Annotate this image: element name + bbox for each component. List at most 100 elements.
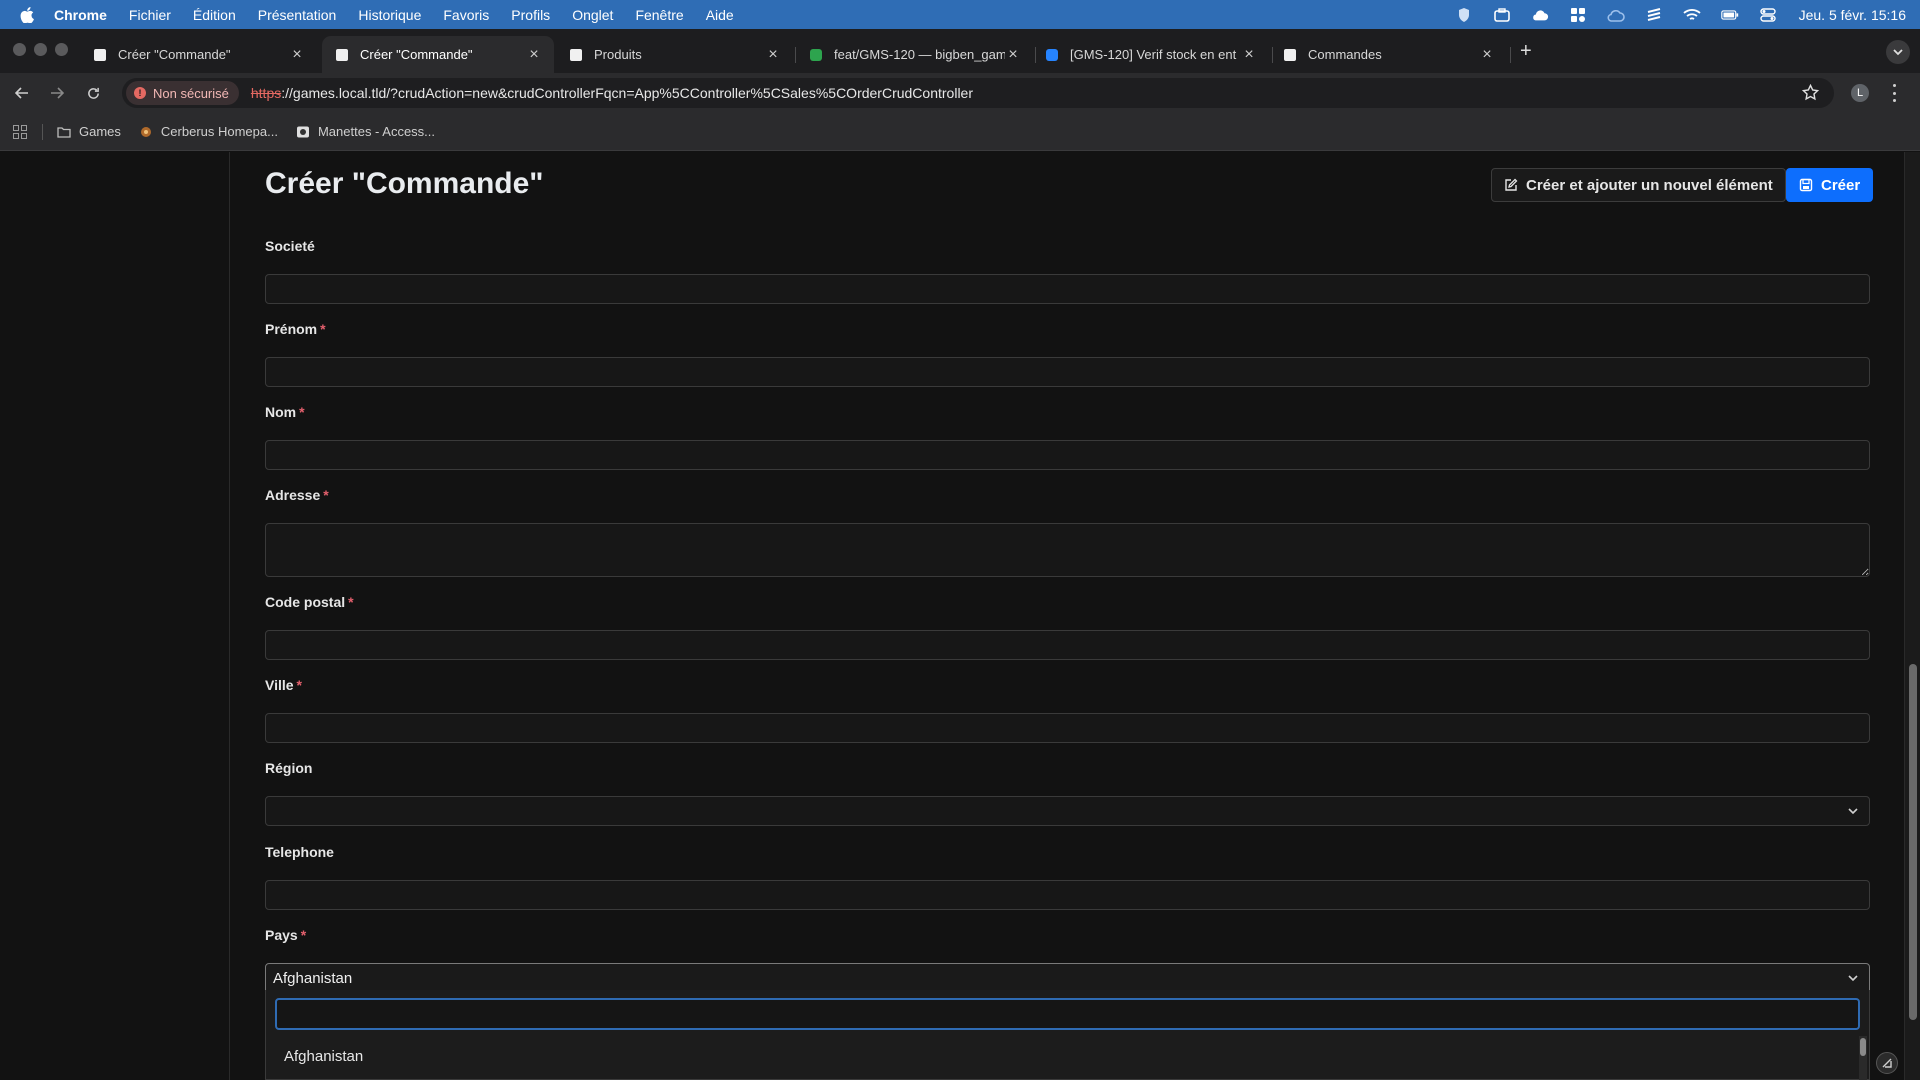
tab-separator <box>1510 47 1511 63</box>
cloud-icon[interactable] <box>1531 7 1549 23</box>
tab-search-chevron-icon[interactable] <box>1886 40 1910 64</box>
page-scrollbar[interactable] <box>1904 152 1920 1080</box>
bookmark-cerberus[interactable]: Cerberus Homepa... <box>139 124 278 139</box>
societe-input[interactable] <box>265 274 1870 304</box>
pays-select[interactable]: Afghanistan <box>265 963 1870 993</box>
tab-github-gms-120[interactable]: feat/GMS-120 — bigben_gam × <box>796 36 1033 73</box>
region-label: Région <box>265 760 1870 778</box>
dropdown-scrollbar-thumb[interactable] <box>1860 1038 1866 1056</box>
telephone-label: Telephone <box>265 844 1870 862</box>
adresse-label: Adresse * <box>265 487 1870 505</box>
create-button[interactable]: Créer <box>1786 168 1874 202</box>
required-asterisk: * <box>299 404 305 420</box>
menu-fichier[interactable]: Fichier <box>129 7 171 23</box>
bookmarks-separator <box>42 123 43 140</box>
bookmark-manettes[interactable]: Manettes - Access... <box>296 124 435 139</box>
region-select[interactable] <box>265 796 1870 826</box>
tab-jira-gms-120[interactable]: [GMS-120] Verif stock en ent × <box>1032 36 1269 73</box>
pays-option-afghanistan[interactable]: Afghanistan <box>284 1048 363 1065</box>
shield-icon[interactable] <box>1455 7 1473 23</box>
adresse-textarea[interactable] <box>265 523 1870 577</box>
region-label-text: Région <box>265 760 313 776</box>
menu-profils[interactable]: Profils <box>511 7 550 23</box>
field-code-postal: Code postal * <box>265 594 1870 660</box>
browser-menu-icon[interactable] <box>1893 84 1897 102</box>
menubar-clock[interactable]: Jeu. 5 févr. 15:16 <box>1799 7 1906 23</box>
field-telephone: Telephone <box>265 844 1870 910</box>
menu-historique[interactable]: Historique <box>358 7 421 23</box>
tab-creer-commande-1[interactable]: Créer "Commande" × <box>80 36 317 73</box>
code-postal-label: Code postal * <box>265 594 1870 612</box>
societe-label-text: Societé <box>265 238 315 254</box>
field-nom: Nom * <box>265 404 1870 470</box>
page-favicon-icon <box>336 48 348 61</box>
page-scrollbar-thumb[interactable] <box>1909 664 1917 1020</box>
pays-selected-value: Afghanistan <box>273 969 353 987</box>
apps-icon[interactable] <box>1569 7 1587 23</box>
tab-close-icon[interactable]: × <box>1241 46 1257 64</box>
pays-search-input[interactable] <box>275 998 1860 1030</box>
bookmarks-bar: Games Cerberus Homepa... Manettes - Acce… <box>0 113 1920 151</box>
tab-commandes[interactable]: Commandes × <box>1270 36 1507 73</box>
extension-badge-icon[interactable] <box>1876 1052 1898 1074</box>
apps-grid-icon[interactable] <box>13 124 27 139</box>
tab-close-icon[interactable]: × <box>289 46 305 64</box>
menu-aide[interactable]: Aide <box>706 7 734 23</box>
briefcase-icon[interactable] <box>1493 7 1511 23</box>
browser-tab-strip: Créer "Commande" × Créer "Commande" × Pr… <box>0 29 1920 73</box>
field-pays: Pays * Afghanistan <box>265 927 1870 993</box>
telephone-label-text: Telephone <box>265 844 334 860</box>
apple-icon[interactable] <box>20 6 34 23</box>
code-postal-label-text: Code postal <box>265 594 346 610</box>
tab-close-icon[interactable]: × <box>526 46 542 64</box>
reload-icon[interactable] <box>85 85 101 101</box>
stripe-sync-icon[interactable] <box>1645 7 1663 23</box>
tab-title: Créer "Commande" <box>360 47 473 62</box>
nom-input[interactable] <box>265 440 1870 470</box>
tab-close-icon[interactable]: × <box>1005 46 1021 64</box>
menu-favoris[interactable]: Favoris <box>443 7 489 23</box>
ville-input[interactable] <box>265 713 1870 743</box>
create-and-add-another-label: Créer et ajouter un nouvel élément <box>1526 176 1773 194</box>
menu-fenetre[interactable]: Fenêtre <box>635 7 683 23</box>
telephone-input[interactable] <box>265 880 1870 910</box>
profile-avatar[interactable]: L <box>1851 84 1869 102</box>
bookmark-label: Manettes - Access... <box>317 124 436 139</box>
pays-dropdown-panel: Afghanistan <box>265 990 1870 1080</box>
bookmark-games[interactable]: Games <box>57 124 121 139</box>
code-postal-input[interactable] <box>265 630 1870 660</box>
tab-close-icon[interactable]: × <box>765 46 781 64</box>
folder-icon <box>57 126 71 138</box>
menu-onglet[interactable]: Onglet <box>572 7 613 23</box>
adresse-label-text: Adresse <box>265 487 321 503</box>
window-zoom-button[interactable] <box>55 43 68 56</box>
required-asterisk: * <box>300 927 307 943</box>
window-minimize-button[interactable] <box>34 43 47 56</box>
window-close-button[interactable] <box>13 43 26 56</box>
control-center-icon[interactable] <box>1759 7 1777 23</box>
create-and-add-another-button[interactable]: Créer et ajouter un nouvel élément <box>1491 168 1786 202</box>
ville-label-text: Ville <box>265 677 294 693</box>
tab-creer-commande-active[interactable]: Créer "Commande" × <box>322 36 554 73</box>
prenom-input[interactable] <box>265 357 1870 387</box>
back-arrow-icon[interactable] <box>14 85 30 101</box>
url-text[interactable]: https://games.local.tld/?crudAction=new&… <box>251 85 973 101</box>
pays-label-text: Pays <box>265 927 298 943</box>
menu-app-chrome[interactable]: Chrome <box>54 7 107 23</box>
menu-edition[interactable]: Édition <box>193 7 236 23</box>
forward-arrow-icon[interactable] <box>49 85 65 101</box>
not-secure-chip[interactable]: ! Non sécurisé <box>126 81 239 105</box>
battery-icon[interactable] <box>1720 7 1739 23</box>
cloud-sync-icon[interactable] <box>1607 7 1625 23</box>
tab-title: Produits <box>594 47 642 62</box>
new-tab-plus-icon[interactable]: + <box>1520 41 1532 61</box>
tab-close-icon[interactable]: × <box>1479 46 1495 64</box>
bookmark-star-icon[interactable] <box>1802 84 1819 101</box>
dropdown-scrollbar[interactable] <box>1859 1036 1867 1080</box>
menu-presentation[interactable]: Présentation <box>258 7 337 23</box>
tab-produits[interactable]: Produits × <box>556 36 793 73</box>
wifi-icon[interactable] <box>1682 7 1701 23</box>
nom-label: Nom * <box>265 404 1870 422</box>
address-bar[interactable]: ! Non sécurisé https://games.local.tld/?… <box>122 78 1834 108</box>
bookmark-label: Cerberus Homepa... <box>160 124 278 139</box>
